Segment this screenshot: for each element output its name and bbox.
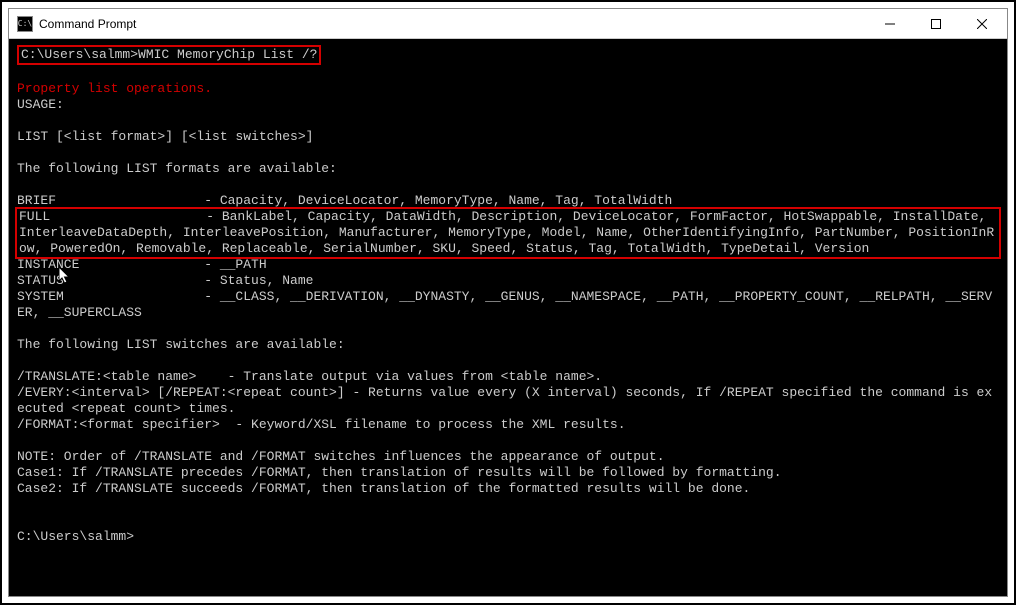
- window-title: Command Prompt: [39, 17, 867, 31]
- case1-text: Case1: If /TRANSLATE precedes /FORMAT, t…: [17, 465, 782, 480]
- minimize-button[interactable]: [867, 9, 913, 38]
- prompt-ready: C:\Users\salmm>: [17, 529, 134, 544]
- status-format: STATUS - Status, Name: [17, 273, 313, 288]
- switches-header: The following LIST switches are availabl…: [17, 337, 345, 352]
- command-highlight-box: C:\Users\salmm>WMIC MemoryChip List /?: [17, 45, 321, 65]
- case2-text: Case2: If /TRANSLATE succeeds /FORMAT, t…: [17, 481, 750, 496]
- list-syntax: LIST [<list format>] [<list switches>]: [17, 129, 313, 144]
- console-output[interactable]: C:\Users\salmm>WMIC MemoryChip List /? P…: [9, 39, 1007, 596]
- translate-switch: /TRANSLATE:<table name> - Translate outp…: [17, 369, 602, 384]
- full-format-highlight-box: FULL - BankLabel, Capacity, DataWidth, D…: [15, 207, 1001, 259]
- window-controls: [867, 9, 1005, 38]
- prompt-path: C:\Users\salmm>: [21, 47, 138, 62]
- note-text: NOTE: Order of /TRANSLATE and /FORMAT sw…: [17, 449, 665, 464]
- maximize-button[interactable]: [913, 9, 959, 38]
- full-format: FULL - BankLabel, Capacity, DataWidth, D…: [19, 209, 994, 256]
- cmd-icon: C:\: [17, 16, 33, 32]
- close-button[interactable]: [959, 9, 1005, 38]
- every-switch: /EVERY:<interval> [/REPEAT:<repeat count…: [17, 385, 992, 416]
- command-prompt-window: C:\ Command Prompt C:\Users\salmm>WMIC M…: [8, 8, 1008, 597]
- instance-format: INSTANCE - __PATH: [17, 257, 267, 272]
- format-switch: /FORMAT:<format specifier> - Keyword/XSL…: [17, 417, 626, 432]
- command-text: WMIC MemoryChip List /?: [138, 47, 317, 62]
- brief-format: BRIEF - Capacity, DeviceLocator, MemoryT…: [17, 193, 672, 208]
- usage-label: USAGE:: [17, 97, 64, 112]
- system-format: SYSTEM - __CLASS, __DERIVATION, __DYNAST…: [17, 289, 992, 320]
- property-list-header: Property list operations.: [17, 81, 212, 96]
- formats-header: The following LIST formats are available…: [17, 161, 337, 176]
- titlebar[interactable]: C:\ Command Prompt: [9, 9, 1007, 39]
